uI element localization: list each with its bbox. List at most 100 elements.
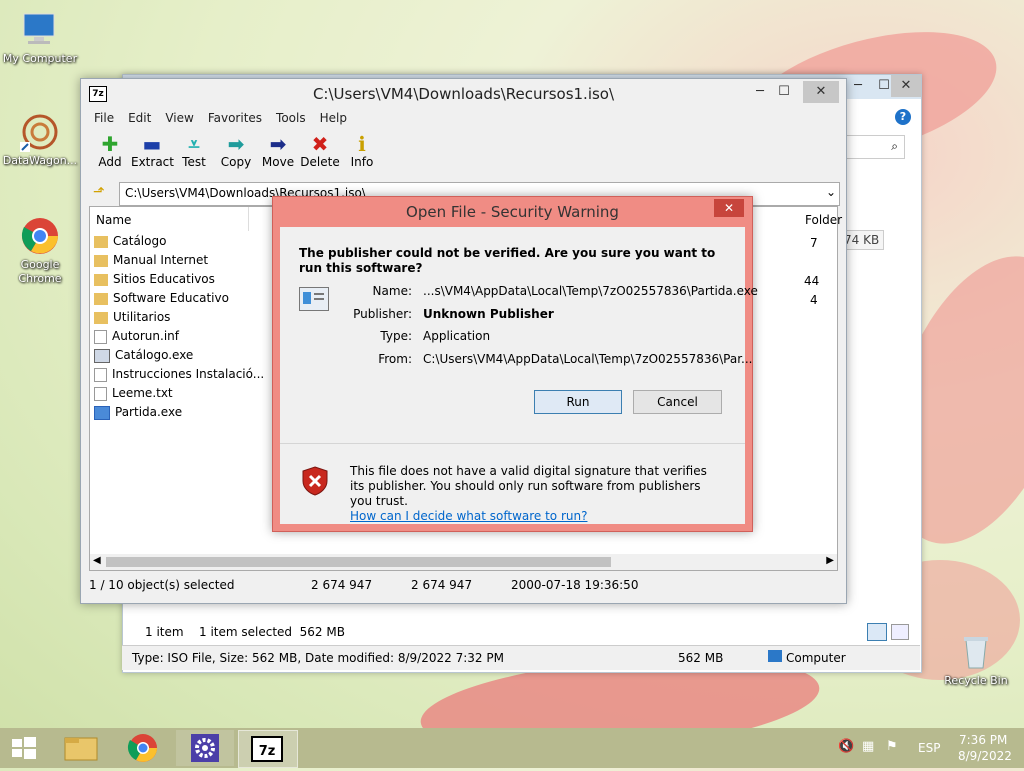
desktop-icon-my-computer[interactable]: My Computer [0,10,80,66]
desktop-icon-datawagon[interactable]: DataWagon... [0,112,80,168]
action-center-icon[interactable]: ⚑ [886,739,898,754]
add-label: Add [98,155,122,169]
list-item[interactable]: Sitios Educativos [94,270,215,289]
check-icon: ⩡ [188,132,200,156]
list-item[interactable]: Leeme.txt [94,384,173,403]
sevenzip-statusbar: 1 / 10 object(s) selected 2 674 947 2 67… [89,575,838,595]
explorer-search-input[interactable]: ⌕ [843,135,905,159]
list-item[interactable]: Software Educativo [94,289,229,308]
file-name: Manual Internet [113,253,209,267]
network-icon[interactable]: ▦ [862,739,874,754]
warning-text: This file does not have a valid digital … [350,464,707,508]
explorer-close-button[interactable]: ✕ [891,75,921,97]
file-name: Instrucciones Instalació... [112,367,265,381]
file-name: Partida.exe [115,405,183,419]
add-button[interactable]: ✚ Add [89,133,131,169]
dialog-close-button[interactable]: ✕ [714,199,744,217]
dialog-body: The publisher could not be verified. Are… [280,227,758,524]
desktop-icon-recycle-bin[interactable]: Recycle Bin [936,632,1016,688]
taskbar-7zip[interactable]: 7z [238,730,298,768]
scroll-left-icon[interactable]: ◀ [93,555,101,566]
desktop-icon-label: My Computer [2,52,78,65]
details-view-icon[interactable] [867,623,887,641]
list-item[interactable]: Manual Internet [94,251,208,270]
column-header-folders[interactable]: Folder [805,213,842,227]
list-item[interactable]: Instrucciones Instalació... [94,365,264,384]
menu-favorites[interactable]: Favorites [201,111,269,129]
chrome-icon [127,734,157,762]
column-header-name[interactable]: Name [96,213,131,227]
security-shield-icon [302,466,328,499]
status-selected: 1 / 10 object(s) selected [89,578,235,592]
list-item[interactable]: Catálogo.exe [94,346,193,365]
scroll-right-icon[interactable]: ▶ [826,555,834,566]
sevenzip-title: C:\Users\VM4\Downloads\Recursos1.iso\ [312,85,615,103]
gear-icon [191,734,219,762]
folder-icon [94,292,108,305]
desktop-icon-label: Recycle Bin [944,674,1008,687]
file-name: Sitios Educativos [113,272,215,286]
sevenzip-close-button[interactable]: ✕ [803,81,839,103]
type-label: Type: [380,329,412,343]
volume-muted-icon[interactable]: 🔇 [838,739,854,754]
file-name: Catálogo [113,234,167,248]
chevron-down-icon[interactable]: ⌄ [826,185,836,199]
x-icon: ✖ [311,132,329,156]
run-button[interactable]: Run [534,390,622,414]
info-button[interactable]: ℹ Info [341,133,383,169]
plus-icon: ✚ [101,132,119,156]
menu-file[interactable]: File [87,111,121,129]
sevenzip-maximize-button[interactable]: ☐ [769,81,799,103]
move-button[interactable]: ➡ Move [257,133,299,169]
list-item[interactable]: Catálogo [94,232,166,251]
folder-up-icon[interactable]: ⬏ [93,184,109,200]
warning-message: This file does not have a valid digital … [350,464,720,524]
copy-button[interactable]: ➡ Copy [215,133,257,169]
menu-edit[interactable]: Edit [121,111,158,129]
info-label: Info [350,155,374,169]
horizontal-scrollbar[interactable]: ◀ ▶ [90,554,837,570]
desktop-icon-label: Google Chrome [18,258,62,285]
input-language[interactable]: ESP [918,741,940,755]
menu-tools[interactable]: Tools [269,111,313,129]
file-name: Utilitarios [113,310,171,324]
taskbar-chrome[interactable] [114,730,172,766]
folder-icon [94,235,108,248]
arrow-right-icon: ➡ [227,132,245,156]
taskbar-settings[interactable] [176,730,234,766]
test-button[interactable]: ⩡ Test [173,133,215,169]
extract-button[interactable]: ▬ Extract [131,133,174,169]
computer-icon [768,650,782,662]
clock-date[interactable]: 8/9/2022 [958,749,1012,763]
delete-button[interactable]: ✖ Delete [299,133,341,169]
scrollbar-thumb[interactable] [106,557,611,567]
dialog-question: The publisher could not be verified. Are… [299,246,716,275]
application-icon [299,287,329,311]
clock-time[interactable]: 7:36 PM [959,733,1007,747]
folder-icon [94,311,108,324]
arrow-right-icon: ➡ [269,132,287,156]
from-label: From: [378,352,412,366]
taskbar-file-explorer[interactable] [52,730,110,766]
folder-icon [64,737,98,761]
menu-help[interactable]: Help [313,111,354,129]
desktop-icon-google-chrome[interactable]: Google Chrome [0,216,80,286]
cancel-button[interactable]: Cancel [633,390,722,414]
list-item[interactable]: Partida.exe [94,403,182,422]
name-value: ...s\VM4\AppData\Local\Temp\7zO02557836\… [423,284,758,298]
folder-icon [94,254,108,267]
sevenzip-toolbar: ✚ Add ▬ Extract ⩡ Test ➡ Copy ➡ Move ✖ Delete … [89,133,383,169]
file-icon [94,386,107,401]
dialog-title: Open File - Security Warning [406,203,619,221]
help-link[interactable]: How can I decide what software to run? [350,509,720,524]
file-name: Software Educativo [113,291,229,305]
delete-label: Delete [300,155,340,169]
explorer-help-icon[interactable]: ? [895,109,911,125]
list-item[interactable]: Autorun.inf [94,327,179,346]
list-item[interactable]: Utilitarios [94,308,170,327]
tiles-view-icon[interactable] [891,624,909,640]
folder-count: 4 [810,293,818,307]
from-value: C:\Users\VM4\AppData\Local\Temp\7zO02557… [423,352,753,366]
start-button[interactable] [0,728,48,768]
menu-view[interactable]: View [158,111,200,129]
